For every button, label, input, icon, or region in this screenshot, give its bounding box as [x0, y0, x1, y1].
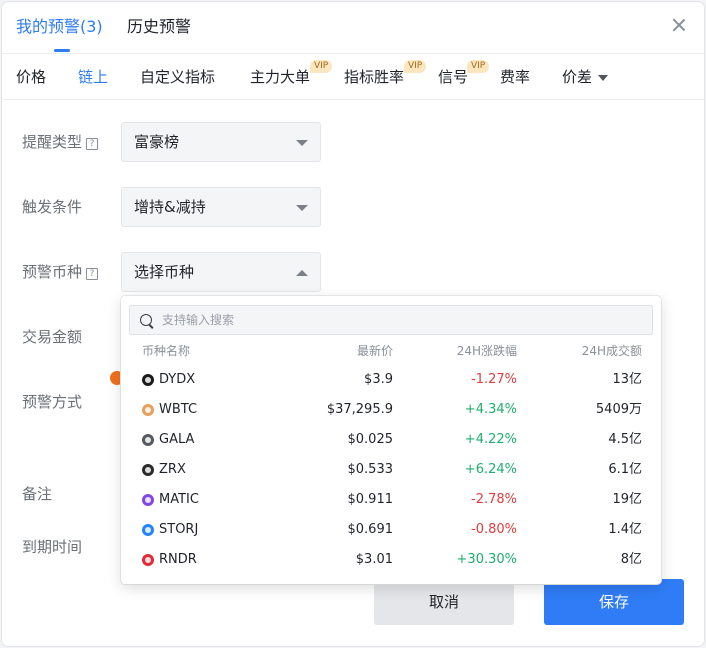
- coin-volume: 6.1亿: [608, 462, 642, 477]
- alert-type-select[interactable]: 富豪榜: [121, 122, 321, 162]
- coin-change: -0.80%: [471, 522, 517, 537]
- coin-name: RNDR: [159, 552, 197, 567]
- coin-logo-icon: [142, 554, 154, 566]
- top-tab-bar: 我的预警(3) 历史预警: [2, 2, 704, 54]
- coin-search-input[interactable]: [162, 310, 642, 330]
- active-tab-indicator: [54, 49, 70, 52]
- coin-logo-icon: [142, 464, 154, 476]
- note-label: 备注: [22, 485, 53, 503]
- vip-badge: VIP: [310, 60, 333, 73]
- trigger-value: 增持&减持: [134, 198, 206, 216]
- coin-volume: 4.5亿: [608, 432, 642, 447]
- coin-name: DYDX: [159, 372, 196, 387]
- coin-change: +4.34%: [464, 402, 517, 417]
- coin-logo-icon: [142, 434, 154, 446]
- coin-change: -2.78%: [471, 492, 517, 507]
- tab-spread[interactable]: 价差: [562, 67, 609, 87]
- coin-logo-icon: [142, 374, 154, 386]
- coin-row[interactable]: STORJ $0.691 -0.80% 1.4亿: [121, 515, 661, 545]
- coin-price: $0.911: [347, 492, 394, 507]
- coin-volume: 5409万: [595, 402, 642, 417]
- column-header-volume: 24H成交额: [581, 344, 642, 358]
- coin-logo-icon: [142, 524, 154, 536]
- coin-value: 选择币种: [134, 263, 195, 281]
- alert-type-value: 富豪榜: [134, 133, 180, 151]
- trigger-select[interactable]: 增持&减持: [121, 187, 321, 227]
- coin-row[interactable]: RNDR $3.01 +30.30% 8亿: [121, 545, 661, 575]
- coin-name: MATIC: [159, 492, 199, 507]
- coin-row[interactable]: DYDX $3.9 -1.27% 13亿: [121, 365, 661, 395]
- cancel-button[interactable]: 取消: [374, 579, 514, 625]
- coin-price: $3.9: [364, 372, 393, 387]
- caret-up-icon: [296, 270, 308, 276]
- close-icon[interactable]: [668, 14, 690, 36]
- tab-price[interactable]: 价格: [16, 67, 46, 87]
- help-icon[interactable]: ?: [86, 138, 99, 150]
- coin-price: $0.691: [347, 522, 394, 537]
- coin-row[interactable]: WBTC $37,295.9 +4.34% 5409万: [121, 395, 661, 425]
- coin-change: +6.24%: [464, 462, 517, 477]
- coin-change: -1.27%: [471, 372, 517, 387]
- alert-type-label: 提醒类型?: [22, 132, 99, 152]
- coin-select[interactable]: 选择币种: [121, 252, 321, 292]
- search-icon: [140, 314, 152, 326]
- amount-label: 交易金额: [22, 328, 83, 346]
- coin-volume: 19亿: [612, 492, 642, 507]
- tab-indicator-winrate[interactable]: 指标胜率: [344, 67, 404, 87]
- category-tab-bar: 价格 链上 自定义指标 主力大单 VIP 指标胜率 VIP 信号 VIP 费率 …: [2, 54, 704, 100]
- coin-change: +4.22%: [464, 432, 517, 447]
- column-header-price: 最新价: [356, 344, 393, 358]
- coin-row[interactable]: MATIC $0.911 -2.78% 19亿: [121, 485, 661, 515]
- tab-custom-indicator[interactable]: 自定义指标: [140, 67, 215, 87]
- coin-volume: 13亿: [612, 372, 642, 387]
- coin-volume: 8亿: [620, 552, 642, 567]
- column-header-name: 币种名称: [142, 344, 191, 358]
- tab-large-orders[interactable]: 主力大单: [250, 67, 310, 87]
- coin-logo-icon: [142, 404, 154, 416]
- coin-label: 预警币种?: [22, 262, 99, 282]
- caret-down-icon: [598, 74, 609, 81]
- method-label: 预警方式: [22, 393, 83, 411]
- coin-name: WBTC: [159, 402, 198, 417]
- tab-onchain[interactable]: 链上: [78, 67, 108, 87]
- help-icon[interactable]: ?: [86, 268, 99, 280]
- coin-price: $37,295.9: [326, 402, 393, 417]
- column-header-change: 24H涨跌幅: [456, 344, 517, 358]
- caret-down-icon: [296, 205, 308, 211]
- coin-name: STORJ: [159, 522, 199, 537]
- tab-funding-rate[interactable]: 费率: [500, 67, 530, 87]
- coin-logo-icon: [142, 494, 154, 506]
- vip-badge: VIP: [467, 60, 490, 73]
- coin-row[interactable]: ZRX $0.533 +6.24% 6.1亿: [121, 455, 661, 485]
- caret-down-icon: [296, 140, 308, 146]
- coin-row[interactable]: GALA $0.025 +4.22% 4.5亿: [121, 425, 661, 455]
- tab-history-alerts[interactable]: 历史预警: [127, 16, 191, 38]
- coin-price: $3.01: [355, 552, 393, 567]
- tab-spread-label: 价差: [562, 68, 593, 86]
- coin-price: $0.533: [347, 462, 394, 477]
- coin-price: $0.025: [347, 432, 394, 447]
- alert-dialog: 我的预警(3) 历史预警 价格 链上 自定义指标 主力大单 VIP 指标胜率 V…: [2, 2, 704, 646]
- tab-signal[interactable]: 信号: [438, 67, 468, 87]
- save-button[interactable]: 保存: [544, 579, 684, 625]
- coin-dropdown: 币种名称 最新价 24H涨跌幅 24H成交额 DYDX $3.9 -1.27% 13亿…: [121, 296, 661, 584]
- tab-my-alerts[interactable]: 我的预警(3): [16, 16, 103, 38]
- coin-change: +30.30%: [456, 552, 517, 567]
- vip-badge: VIP: [404, 60, 427, 73]
- coin-name: ZRX: [159, 462, 186, 477]
- coin-name: GALA: [159, 432, 195, 447]
- coin-search-box: [129, 305, 653, 335]
- expire-label: 到期时间: [22, 538, 83, 556]
- trigger-label: 触发条件: [22, 198, 83, 216]
- coin-volume: 1.4亿: [608, 522, 642, 537]
